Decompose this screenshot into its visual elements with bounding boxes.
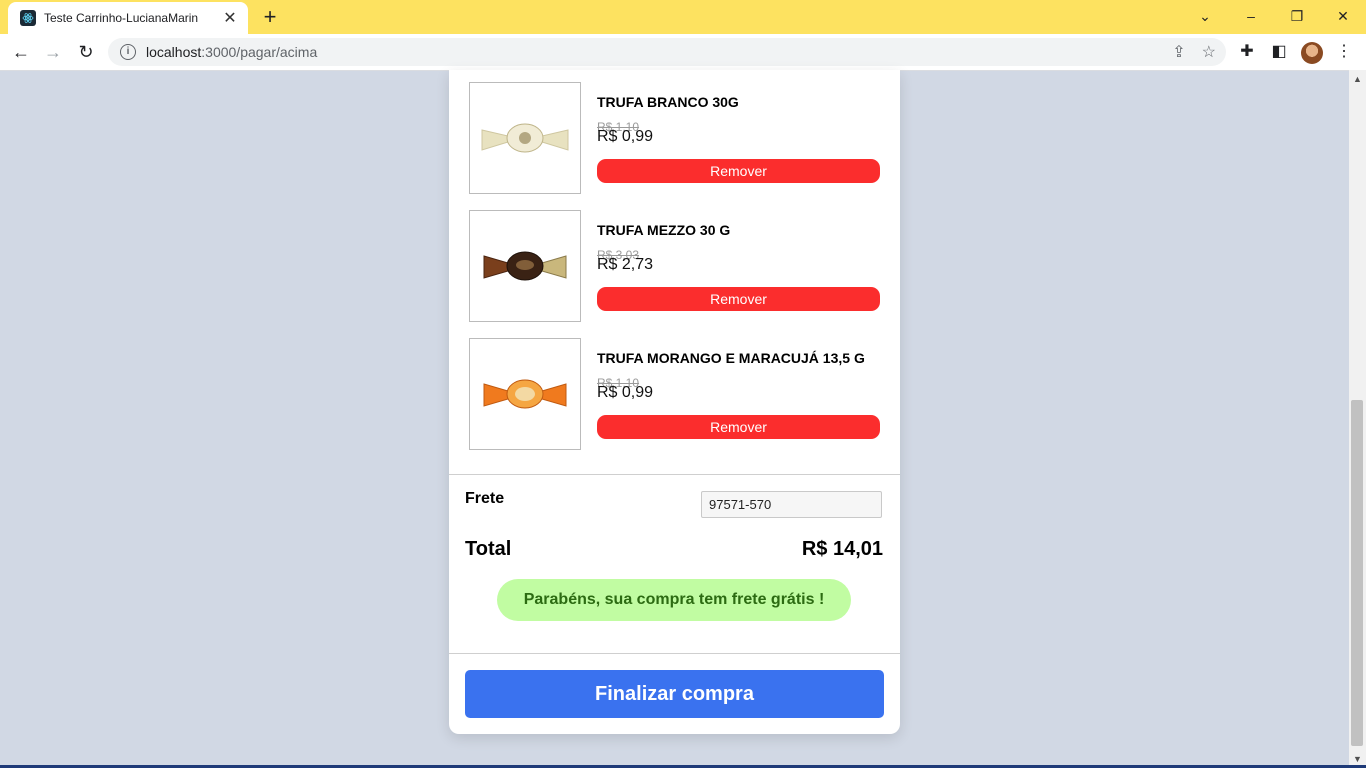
browser-tab-bar: Teste Carrinho-LucianaMarin ✕ + ⌄ – ❐ ✕ [0,0,1366,34]
remove-button[interactable]: Remover [597,415,880,439]
remove-button[interactable]: Remover [597,287,880,311]
product-image [469,82,581,194]
side-panel-icon[interactable]: ◧ [1269,42,1289,62]
profile-avatar[interactable] [1301,42,1323,64]
share-icon[interactable]: ⇪ [1172,42,1185,62]
reload-icon[interactable]: ↻ [74,40,98,64]
cart-item: TRUFA MEZZO 30 G R$ 3,03 R$ 2,73 Remover [469,210,889,322]
divider [449,653,900,654]
new-tab-icon[interactable]: + [260,6,280,28]
close-window-icon[interactable]: ✕ [1323,4,1363,28]
restore-icon[interactable]: ❐ [1277,4,1317,28]
product-price: R$ 2,73 [597,256,654,273]
close-tab-icon[interactable]: ✕ [220,8,240,28]
cart-item: TRUFA BRANCO 30G R$ 1,10 R$ 0,99 Remover [469,82,889,194]
product-name: TRUFA MORANGO E MARACUJÁ 13,5 G [597,350,865,366]
address-bar[interactable]: i localhost:3000/pagar/acima ⇪ ☆ [108,38,1226,66]
extensions-icon[interactable]: ✚ [1237,42,1257,62]
cart-item: TRUFA MORANGO E MARACUJÁ 13,5 G R$ 1,10 … [469,338,889,450]
divider [449,474,900,475]
scroll-down-arrow-icon[interactable]: ▼ [1349,754,1366,764]
scroll-up-arrow-icon[interactable]: ▲ [1349,74,1366,84]
page-scrollbar[interactable]: ▲ ▼ [1349,70,1366,768]
react-icon [20,10,36,26]
forward-icon[interactable]: → [41,40,65,64]
product-price: R$ 0,99 [597,384,654,401]
product-image [469,338,581,450]
bookmark-star-icon[interactable]: ☆ [1202,42,1216,62]
product-image [469,210,581,322]
total-value: R$ 14,01 [801,538,883,560]
url-text: localhost:3000/pagar/acima [146,44,318,60]
menu-kebab-icon[interactable]: ⋮ [1334,42,1354,62]
tab-search-icon[interactable]: ⌄ [1185,4,1225,28]
cep-input[interactable] [701,491,882,518]
product-name: TRUFA MEZZO 30 G [597,222,731,238]
back-icon[interactable]: ← [9,40,33,64]
product-name: TRUFA BRANCO 30G [597,94,739,110]
minimize-icon[interactable]: – [1231,4,1271,28]
finalize-purchase-button[interactable]: Finalizar compra [465,670,884,718]
browser-toolbar: ← → ↻ i localhost:3000/pagar/acima ⇪ ☆ ✚… [0,34,1366,71]
frete-label: Frete [465,490,505,507]
scroll-thumb[interactable] [1351,400,1363,746]
product-price: R$ 0,99 [597,128,654,145]
cart-panel: TRUFA BRANCO 30G R$ 1,10 R$ 0,99 Remover… [449,70,900,734]
browser-tab[interactable]: Teste Carrinho-LucianaMarin ✕ [8,2,248,34]
free-shipping-badge: Parabéns, sua compra tem frete grátis ! [497,579,851,621]
remove-button[interactable]: Remover [597,159,880,183]
site-info-icon[interactable]: i [120,44,136,60]
total-label: Total [465,538,512,560]
tab-title: Teste Carrinho-LucianaMarin [44,11,199,25]
